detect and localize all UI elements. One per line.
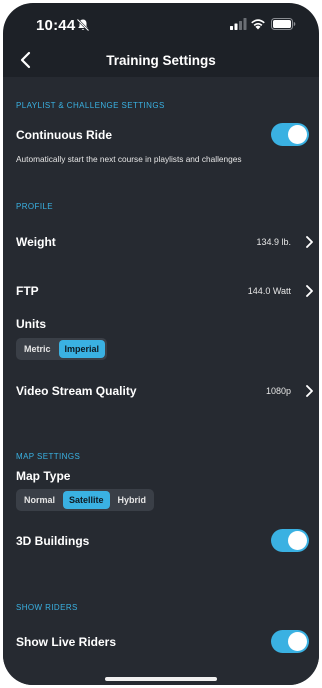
continuous-ride-label: Continuous Ride xyxy=(16,128,112,142)
toggle-knob xyxy=(288,125,307,144)
home-indicator[interactable] xyxy=(105,677,217,681)
3d-buildings-label: 3D Buildings xyxy=(16,534,90,548)
section-header-profile: PROFILE xyxy=(16,202,54,211)
status-bar: 10:44 xyxy=(3,3,319,43)
units-option-imperial[interactable]: Imperial xyxy=(58,340,106,358)
wifi-icon xyxy=(251,19,265,30)
map-type-option-normal[interactable]: Normal xyxy=(18,491,61,509)
units-option-metric[interactable]: Metric xyxy=(18,340,57,358)
ftp-label: FTP xyxy=(16,284,39,298)
map-type-option-satellite[interactable]: Satellite xyxy=(63,491,110,509)
ftp-chevron-right-icon[interactable] xyxy=(304,284,314,298)
navigation-bar: Training Settings xyxy=(3,43,319,77)
continuous-ride-toggle[interactable] xyxy=(271,123,309,146)
status-time: 10:44 xyxy=(36,17,76,34)
ftp-value: 144.0 Watt xyxy=(247,286,291,296)
map-type-label: Map Type xyxy=(16,469,71,483)
page-title: Training Settings xyxy=(106,53,216,68)
section-header-map: MAP SETTINGS xyxy=(16,452,81,461)
cellular-signal-icon xyxy=(230,18,247,30)
weight-label: Weight xyxy=(16,235,56,249)
show-live-riders-label: Show Live Riders xyxy=(16,635,117,649)
3d-buildings-toggle[interactable] xyxy=(271,529,309,552)
video-quality-label: Video Stream Quality xyxy=(16,384,137,398)
map-type-segmented-control: Normal Satellite Hybrid xyxy=(16,489,155,511)
weight-chevron-right-icon[interactable] xyxy=(304,235,314,249)
phone-screen: 10:44 Training Settings PLAYLIST & CHALL… xyxy=(3,3,319,685)
continuous-ride-description: Automatically start the next course in p… xyxy=(16,154,242,164)
section-header-playlist: PLAYLIST & CHALLENGE SETTINGS xyxy=(16,101,165,110)
weight-value: 134.9 lb. xyxy=(256,237,291,247)
map-type-option-hybrid[interactable]: Hybrid xyxy=(112,491,153,509)
units-segmented-control: Metric Imperial xyxy=(16,338,108,360)
section-header-riders: SHOW RIDERS xyxy=(16,603,78,612)
show-live-riders-toggle[interactable] xyxy=(271,630,309,653)
toggle-knob xyxy=(288,632,307,651)
toggle-knob xyxy=(288,531,307,550)
muted-bell-icon xyxy=(76,18,90,32)
settings-list: PLAYLIST & CHALLENGE SETTINGS Continuous… xyxy=(3,77,319,685)
video-quality-chevron-right-icon[interactable] xyxy=(304,384,314,398)
video-quality-value: 1080p xyxy=(265,386,291,396)
battery-icon xyxy=(271,18,296,30)
units-label: Units xyxy=(16,317,46,331)
